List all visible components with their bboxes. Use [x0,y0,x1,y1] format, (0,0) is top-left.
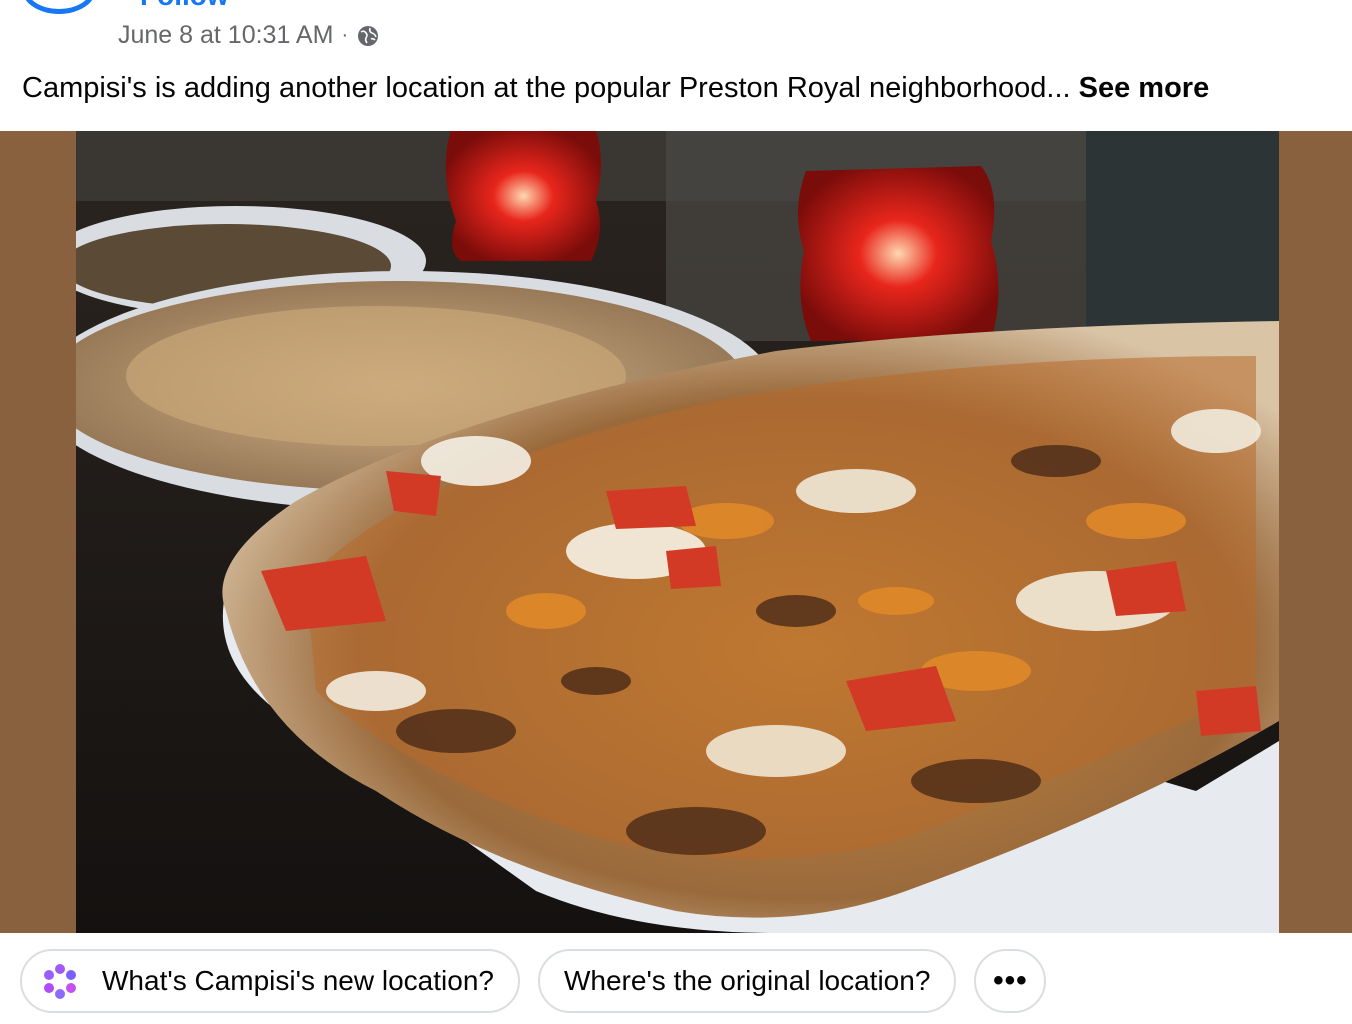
post-caption: Campisi's is adding another location at … [22,68,1342,108]
pizza-photo-illustration [76,131,1279,933]
see-more-link[interactable]: See more [1079,72,1210,104]
suggestion-chip-new-location[interactable]: What's Campisi's new location? [20,949,520,1013]
more-suggestions-button[interactable]: ••• [974,949,1047,1013]
page-avatar[interactable] [22,0,96,14]
post-meta: June 8 at 10:31 AM · [118,18,380,52]
suggestion-label: What's Campisi's new location? [102,965,494,996]
post-photo[interactable] [76,131,1279,933]
photo-frame [0,131,1352,933]
more-icon: ••• [993,964,1028,997]
globe-icon[interactable] [356,23,380,47]
meta-separator: · [341,24,349,46]
sparkle-icon [44,964,76,999]
suggestion-chip-original-location[interactable]: Where's the original location? [537,949,957,1013]
caption-text: Campisi's is adding another location at … [22,72,1071,104]
post-card: Follow June 8 at 10:31 AM · Campisi's is… [0,0,1352,1024]
post-timestamp[interactable]: June 8 at 10:31 AM [118,18,333,52]
suggestion-label: Where's the original location? [563,965,931,996]
follow-button[interactable]: Follow [140,0,229,10]
suggested-questions: What's Campisi's new location? Where's t… [20,949,1047,1013]
